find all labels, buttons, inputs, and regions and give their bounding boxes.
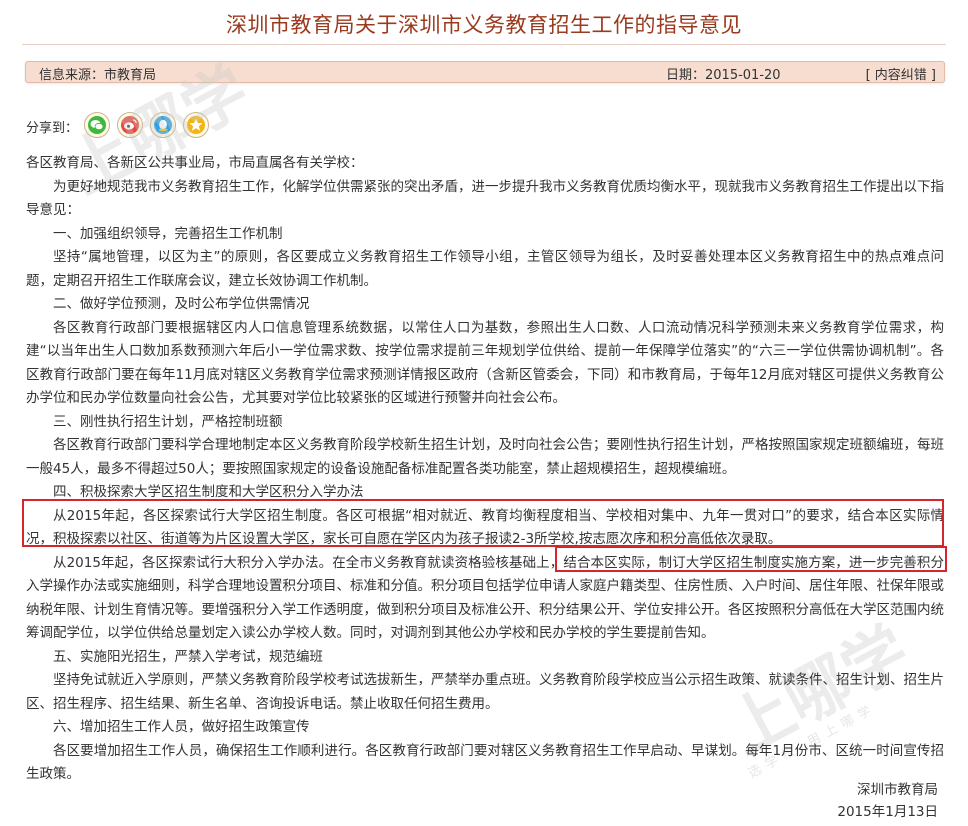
section-paragraph: 坚持“属地管理，以区为主”的原则，各区要成立义务教育招生工作领导小组，主管区领导… <box>26 249 944 289</box>
content-correction-link[interactable]: [ 内容纠错 ] <box>866 64 936 83</box>
page-title: 深圳市教育局关于深圳市义务教育招生工作的指导意见 <box>226 13 742 37</box>
qzone-star-icon[interactable] <box>183 112 209 138</box>
info-source: 信息来源：市教育局 <box>39 68 157 83</box>
weibo-icon[interactable] <box>117 112 143 138</box>
section-heading: 五、实施阳光招生，严禁入学考试，规范编班 <box>53 648 323 665</box>
section-heading: 六、增加招生工作人员，做好招生政策宣传 <box>53 719 310 735</box>
section-paragraph: 各区要增加招生工作人员，确保招生工作顺利进行。各区教育行政部门要对辖区义务教育招… <box>26 742 944 783</box>
section-heading: 四、积极探索大学区招生制度和大学区积分入学办法 <box>53 484 364 500</box>
signature: 深圳市教育局 <box>857 782 938 798</box>
section-paragraph: 各区教育行政部门要根据辖区内人口信息管理系统数据，以常住人口为基数，参照出生人口… <box>26 319 944 407</box>
intro-paragraph: 为更好地规范我市义务教育招生工作，化解学位供需紧张的突出矛盾，进一步提升我市义务… <box>26 178 944 219</box>
signature-block: 深圳市教育局 2015年1月13日 <box>837 779 938 823</box>
section-paragraph: 各区教育行政部门要科学合理地制定本区义务教育阶段学校新生招生计划，及时向社会公告… <box>26 437 944 477</box>
info-bar: 信息来源：市教育局 日期：2015-01-20 [ 内容纠错 ] <box>25 61 945 83</box>
document-body: 各区教育局、各新区公共事业局，市局直属各有关学校： 为更好地规范我市义务教育招生… <box>26 152 944 787</box>
salutation: 各区教育局、各新区公共事业局，市局直属各有关学校： <box>26 155 364 171</box>
section-paragraph: 从2015年起，各区探索试行大积分入学办法。在全市义务教育就读资格验核基础上，结… <box>26 554 944 642</box>
section-paragraph: 坚持免试就近入学原则，严禁义务教育阶段学校考试选拔新生，严禁举办重点班。义务教育… <box>26 672 944 712</box>
section-heading: 二、做好学位预测，及时公布学位供需情况 <box>53 296 310 312</box>
share-label: 分享到： <box>26 121 79 136</box>
info-date: 日期：2015-01-20 <box>666 68 781 83</box>
section-heading: 三、刚性执行招生计划，严格控制班额 <box>53 413 283 430</box>
section-paragraph: 从2015年起，各区探索试行大学区招生制度。各区可根据“相对就近、教育均衡程度相… <box>26 507 944 548</box>
qq-icon[interactable] <box>150 112 176 138</box>
section-heading: 一、加强组织领导，完善招生工作机制 <box>53 225 283 242</box>
wechat-icon[interactable] <box>84 112 110 138</box>
title-divider <box>22 44 946 45</box>
sign-date: 2015年1月13日 <box>837 804 938 820</box>
